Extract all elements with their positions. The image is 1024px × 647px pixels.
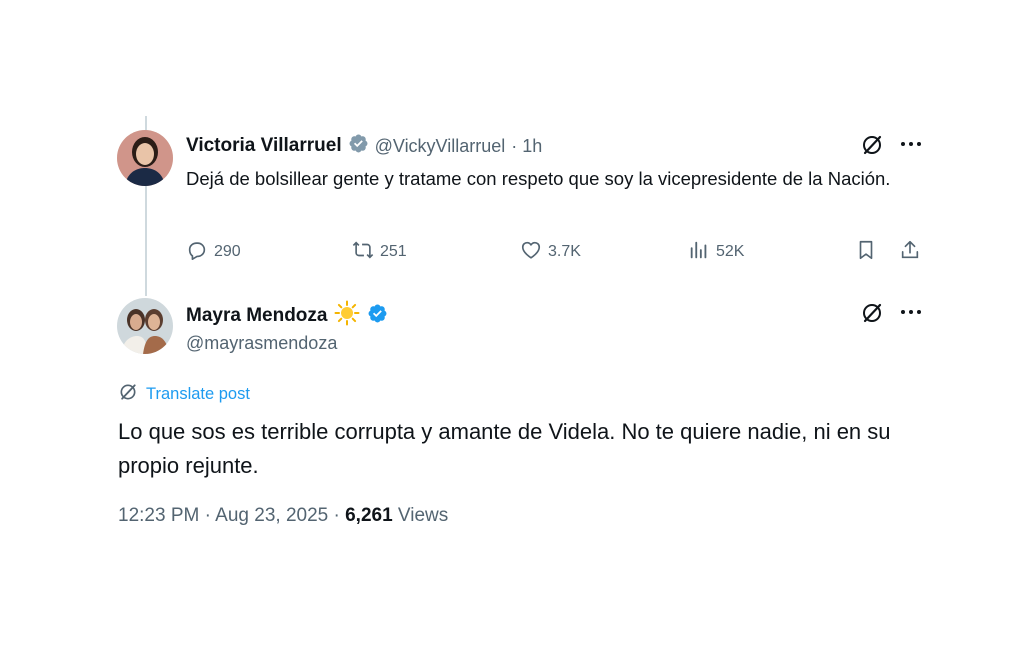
reply-icon (186, 239, 208, 266)
bookmark-button[interactable] (855, 240, 877, 264)
more-icon[interactable] (899, 134, 923, 159)
verified-badge-icon (367, 303, 388, 329)
tweet1-time[interactable]: · 1h (511, 136, 542, 157)
tweet1-text: Dejá de bolsillear gente y tratame con r… (186, 168, 891, 189)
translate-post-label: Translate post (146, 385, 250, 403)
like-icon (520, 239, 542, 266)
verified-badge-icon (348, 133, 369, 159)
like-button[interactable]: 3.7K (520, 240, 581, 264)
avatar-victoria[interactable] (117, 130, 173, 186)
repost-count: 251 (380, 243, 407, 260)
grok-icon[interactable] (860, 133, 884, 162)
reply-count: 290 (214, 243, 241, 260)
tweet1-handle[interactable]: @VickyVillarruel (375, 136, 506, 157)
like-count: 3.7K (548, 243, 581, 260)
tweet2-meta: 12:23 PM · Aug 23, 2025 · 6,261 Views (118, 505, 448, 527)
repost-icon (352, 239, 374, 266)
translate-post-link[interactable]: Translate post (118, 382, 250, 407)
tweet2-author-name[interactable]: Mayra Mendoza (186, 305, 327, 327)
bookmark-icon (855, 239, 877, 266)
grok-icon[interactable] (860, 301, 884, 330)
sun-emoji-icon (334, 300, 360, 331)
reply-button[interactable]: 290 (186, 240, 241, 264)
avatar-mayra[interactable] (117, 298, 173, 354)
tweet2-handle[interactable]: @mayrasmendoza (186, 333, 337, 354)
tweet2-timestamp[interactable]: 12:23 PM · Aug 23, 2025 · (118, 505, 345, 526)
tweet1-header: Victoria Villarruel @VickyVillarruel · 1… (186, 133, 542, 159)
share-button[interactable] (899, 240, 921, 264)
views-button[interactable]: 52K (688, 240, 744, 264)
tweet2-header: Mayra Mendoza (186, 300, 388, 331)
more-icon[interactable] (899, 302, 923, 327)
views-icon (688, 239, 710, 266)
tweet2-views-label: Views (397, 505, 449, 526)
translate-icon (118, 382, 138, 407)
tweet2-views-count: 6,261 (345, 505, 393, 526)
share-icon (899, 239, 921, 266)
views-count: 52K (716, 243, 745, 260)
repost-button[interactable]: 251 (352, 240, 407, 264)
tweet2-text: Lo que sos es terrible corrupta y amante… (118, 419, 891, 478)
tweet1-author-name[interactable]: Victoria Villarruel (186, 135, 342, 157)
